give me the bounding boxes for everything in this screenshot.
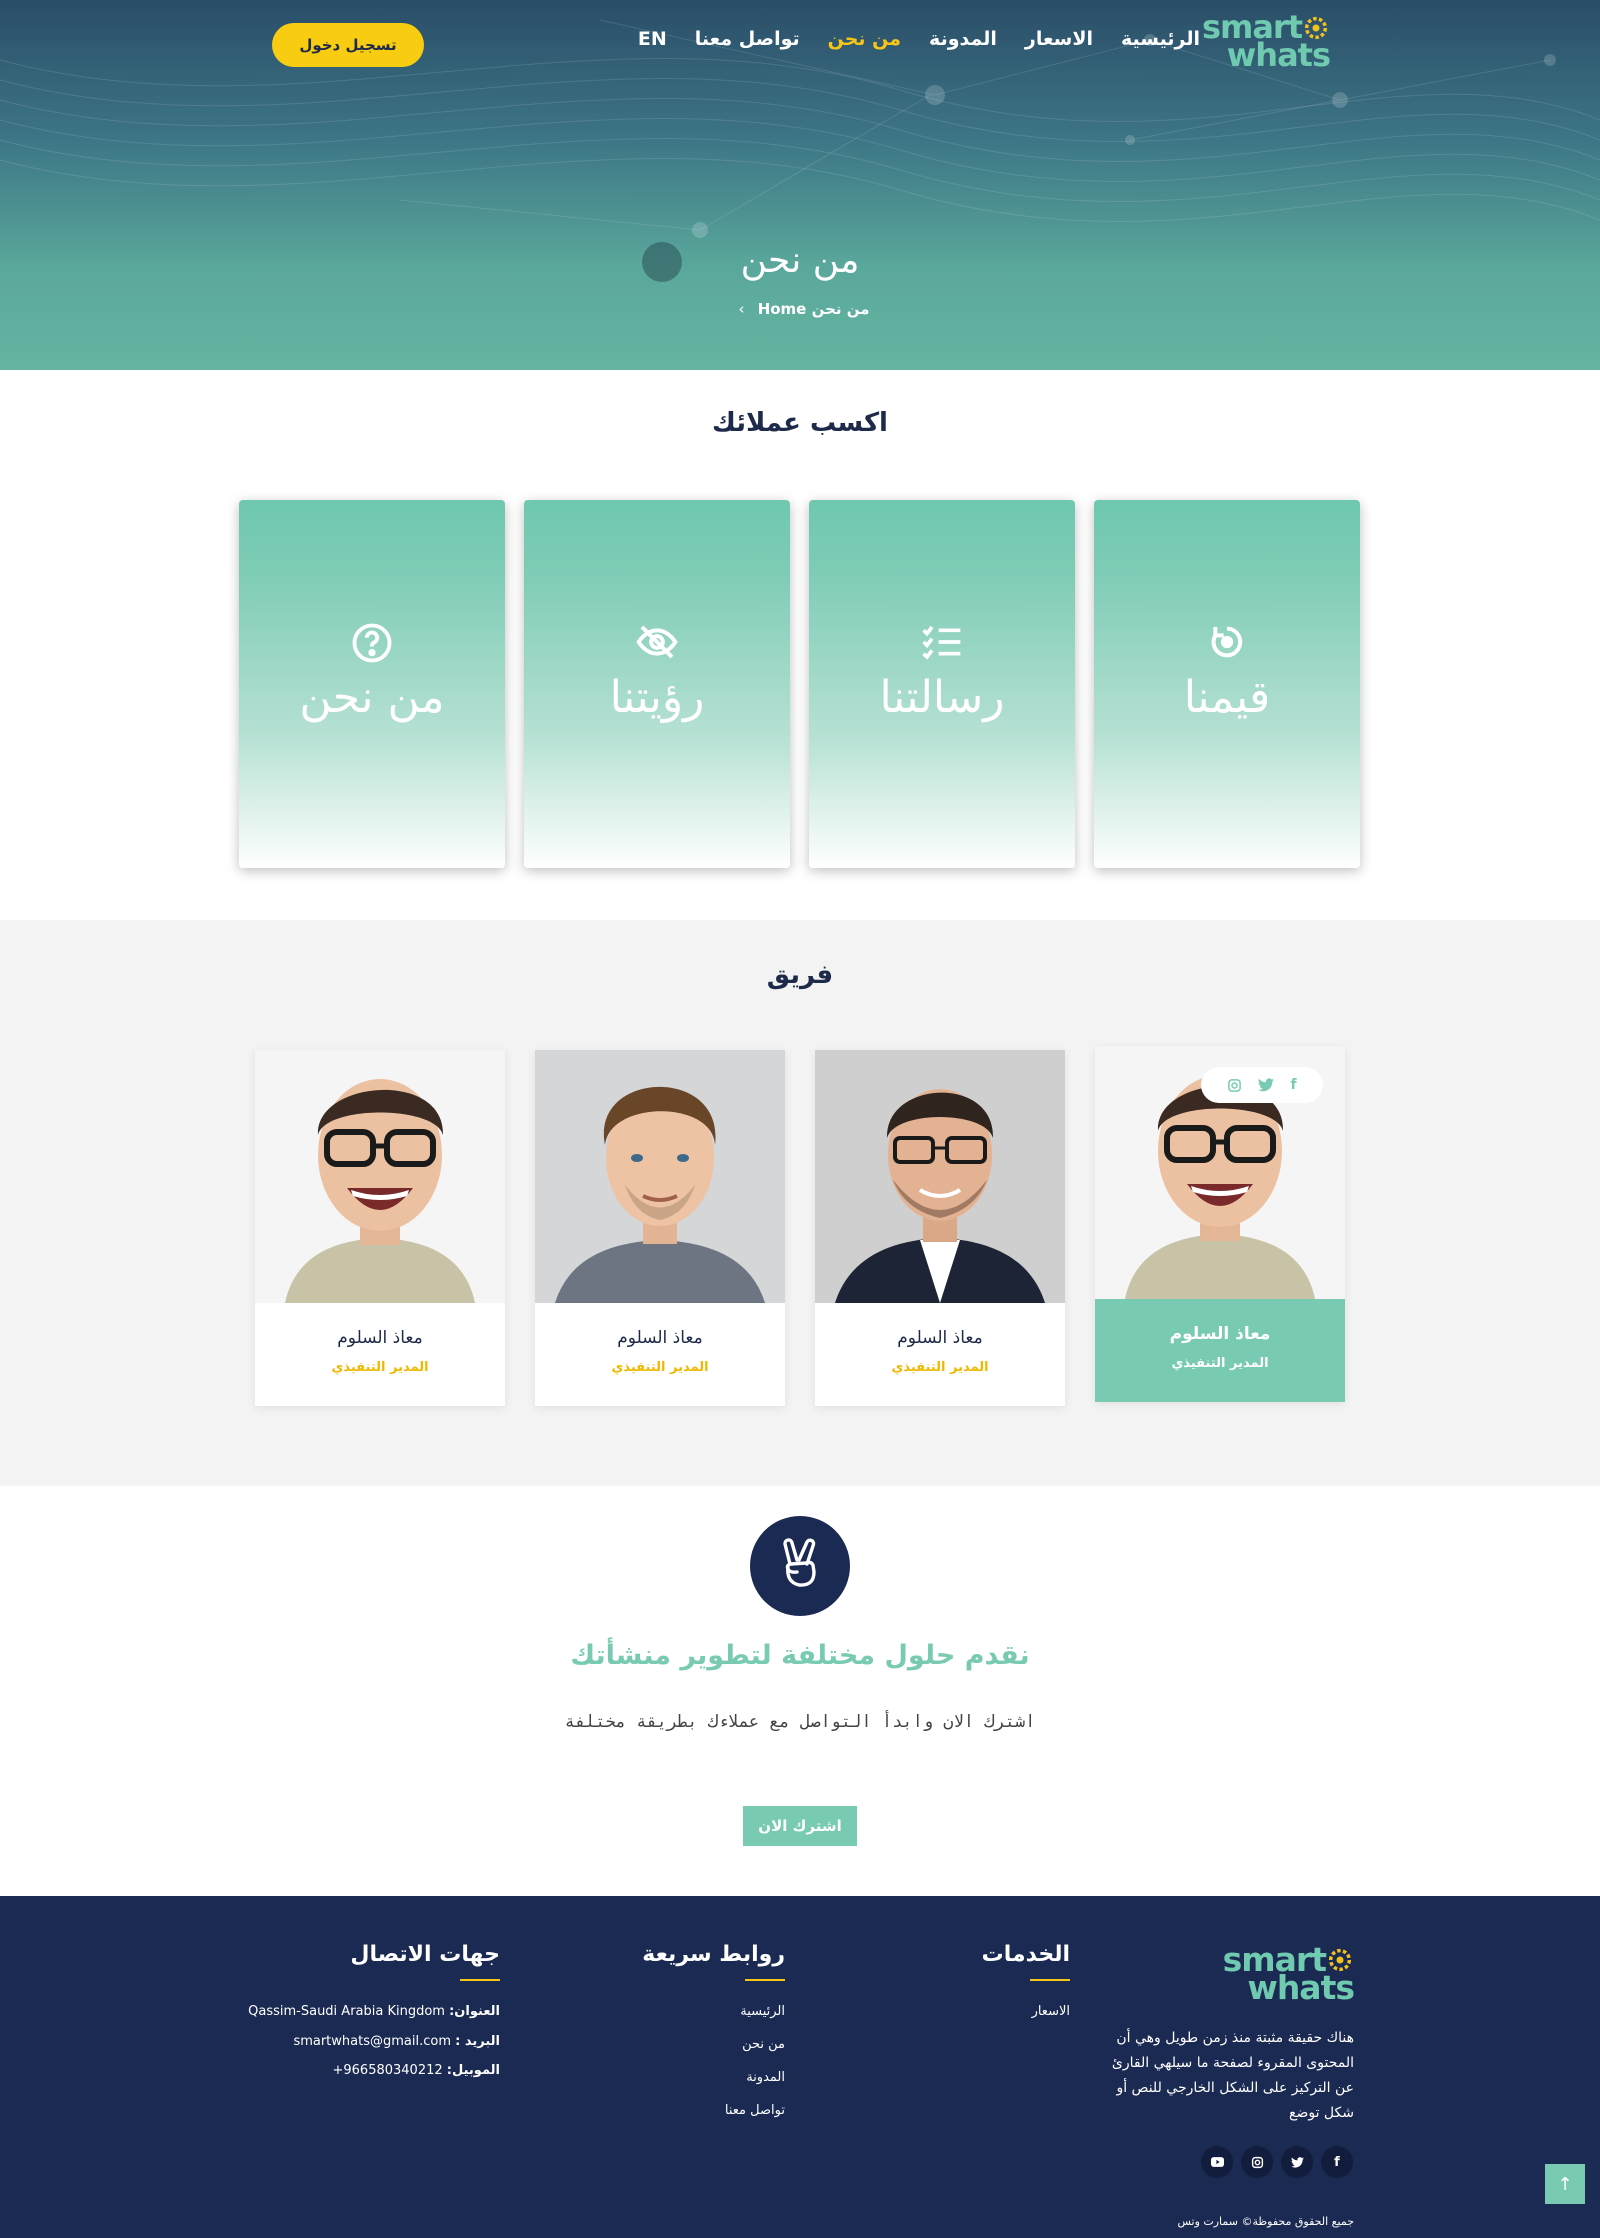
footer-contact-title: جهات الاتصال — [350, 1942, 500, 1967]
team-section — [0, 920, 1600, 1486]
member-role: المدير التنفيذي — [891, 1360, 989, 1375]
email-label: البريد : — [455, 2034, 500, 2049]
value-card-label: قيمنا — [1183, 672, 1271, 723]
value-card-vision[interactable]: رؤيتنا — [524, 500, 790, 868]
member-name: معاذ السلوم — [897, 1328, 983, 1348]
footer-contact-underline — [460, 1979, 500, 1981]
cta-title: نقدم حلول مختلفة لتطوير منشأتك — [570, 1640, 1030, 1671]
footer-logo[interactable]: smart whats — [1223, 1943, 1355, 2008]
footer-link-pricing[interactable]: الاسعار — [1032, 2004, 1070, 2019]
question-icon — [239, 622, 505, 664]
team-card[interactable]: f معاذ السلوم المدير التنفيذي — [1095, 1046, 1345, 1402]
value-card-label: رسالتنا — [879, 672, 1005, 723]
scroll-to-top-button[interactable]: ↑ — [1545, 2164, 1585, 2204]
member-name: معاذ السلوم — [617, 1328, 703, 1348]
footer-link-about[interactable]: من نحن — [742, 2037, 785, 2052]
phone-value[interactable]: +966580340212 — [333, 2063, 443, 2078]
nav-language-en[interactable]: EN — [638, 28, 667, 50]
value-card-values[interactable]: قيمنا — [1094, 500, 1360, 868]
value-card-label: من نحن — [299, 672, 445, 723]
page-title: من نحن — [740, 240, 860, 281]
footer-links-title: روابط سريعة — [642, 1942, 785, 1967]
footer-links-underline — [745, 1979, 785, 1981]
chevron-right-icon: › — [738, 300, 745, 318]
refresh-icon — [1094, 622, 1360, 662]
member-name: معاذ السلوم — [337, 1328, 423, 1348]
footer-email: البريد : smartwhats@gmail.com — [293, 2034, 500, 2049]
nav-about[interactable]: من نحن — [828, 28, 901, 50]
member-photo — [535, 1050, 785, 1303]
team-card[interactable]: معاذ السلوم المدير التنفيذي — [255, 1050, 505, 1406]
member-info — [1095, 1299, 1345, 1402]
value-card-mission[interactable]: رسالتنا — [809, 500, 1075, 868]
logo-text-bottom: whats — [1247, 1968, 1355, 2008]
team-section-title: فريق — [766, 960, 834, 990]
member-photo — [255, 1050, 505, 1303]
eye-slash-icon — [524, 622, 790, 662]
arrow-up-icon: ↑ — [1557, 2173, 1573, 2195]
footer-services-title: الخدمات — [981, 1942, 1070, 1967]
footer-link-home[interactable]: الرئيسية — [740, 2004, 785, 2019]
value-card-about[interactable]: من نحن — [239, 500, 505, 868]
hero-banner: smart whats الرئيسية الاسعار المدونة من … — [0, 0, 1600, 370]
team-card[interactable]: معاذ السلوم المدير التنفيذي — [535, 1050, 785, 1406]
email-value[interactable]: smartwhats@gmail.com — [293, 2034, 451, 2049]
footer-address: العنوان: Qassim-Saudi Arabia Kingdom — [248, 2004, 500, 2019]
facebook-icon[interactable]: f — [1321, 2146, 1353, 2178]
values-section-title: اكسب عملائك — [712, 408, 888, 438]
phone-label: الموبيل: — [446, 2063, 500, 2078]
member-photo: f — [1095, 1046, 1345, 1299]
nav-contact[interactable]: تواصل معنا — [695, 28, 800, 50]
login-button[interactable]: تسجيل دخول — [272, 23, 424, 67]
footer-link-contact[interactable]: تواصل معنا — [725, 2103, 785, 2118]
breadcrumb: من نحن Home › — [0, 300, 1600, 318]
cta-subtitle: اشترك الان وابدأ التواصل مع عملاءك بطريق… — [564, 1712, 1036, 1732]
value-card-label: رؤيتنا — [609, 672, 705, 723]
nav-blog[interactable]: المدونة — [929, 28, 997, 50]
member-role: المدير التنفيذي — [1171, 1356, 1269, 1371]
team-card[interactable]: معاذ السلوم المدير التنفيذي — [815, 1050, 1065, 1406]
footer-phone: الموبيل: +966580340212 — [333, 2063, 501, 2078]
member-role: المدير التنفيذي — [331, 1360, 429, 1375]
footer-services-underline — [1030, 1979, 1070, 1981]
member-photo — [815, 1050, 1065, 1303]
member-name: معاذ السلوم — [1169, 1324, 1271, 1344]
site-footer — [0, 1896, 1600, 2238]
instagram-icon[interactable] — [1227, 1078, 1242, 1093]
nav-pricing[interactable]: الاسعار — [1025, 28, 1093, 50]
member-social-links: f — [1201, 1067, 1323, 1103]
nav-home[interactable]: الرئيسية — [1121, 28, 1200, 50]
address-value: Qassim-Saudi Arabia Kingdom — [248, 2004, 445, 2019]
header-logo[interactable]: smart whats — [1202, 11, 1331, 74]
instagram-icon[interactable] — [1241, 2146, 1273, 2178]
footer-about-text: هناك حقيقة مثبتة منذ زمن طويل وهي أن الم… — [1111, 2030, 1354, 2121]
checklist-icon — [809, 622, 1075, 662]
copyright-text: جميع الحقوق محفوظة© سمارت وتس — [1177, 2215, 1355, 2228]
logo-text-bottom: whats — [1226, 36, 1331, 74]
footer-link-blog[interactable]: المدونة — [746, 2070, 785, 2085]
subscribe-button[interactable]: اشترك الان — [743, 1806, 857, 1846]
address-label: العنوان: — [449, 2004, 500, 2019]
breadcrumb-current: من نحن — [811, 300, 870, 318]
youtube-icon[interactable] — [1201, 2146, 1233, 2178]
cta-badge — [750, 1516, 850, 1616]
facebook-icon[interactable]: f — [1290, 1077, 1296, 1093]
twitter-icon[interactable] — [1281, 2146, 1313, 2178]
victory-hand-icon — [777, 1538, 823, 1594]
main-nav: الرئيسية الاسعار المدونة من نحن تواصل مع… — [638, 28, 1200, 50]
twitter-icon[interactable] — [1258, 1078, 1275, 1092]
member-role: المدير التنفيذي — [611, 1360, 709, 1375]
breadcrumb-home[interactable]: Home — [758, 300, 807, 318]
